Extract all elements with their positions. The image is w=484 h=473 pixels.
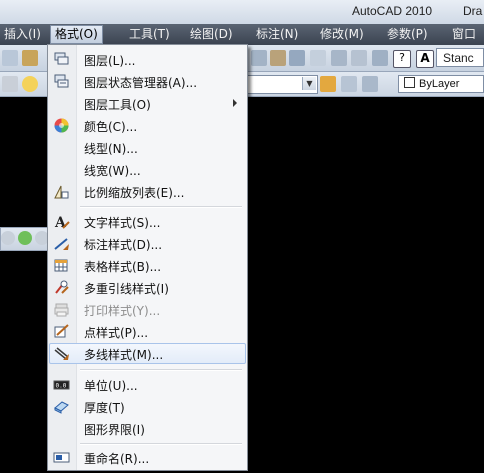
layer-icon[interactable] <box>362 76 378 92</box>
color-swatch <box>404 77 415 88</box>
toolbar-icon[interactable] <box>2 50 18 66</box>
multiline-style-icon <box>54 347 69 360</box>
orbit-icon[interactable] <box>1 231 15 245</box>
format-menu: 图层(L)... 图层状态管理器(A)... 图层工具(O) 颜色(C)... … <box>47 44 248 471</box>
layer-combo[interactable]: ▼ <box>246 75 318 94</box>
app-title: AutoCAD 2010 <box>352 4 433 18</box>
lightbulb-icon[interactable] <box>22 76 38 92</box>
menu-item-label: 点样式(P)... <box>84 326 149 340</box>
menu-bar: 插入(I) 格式(O) 工具(T) 绘图(D) 标注(N) 修改(M) 参数(P… <box>0 24 484 58</box>
menu-item-label: 多线样式(M)... <box>84 348 164 362</box>
toolbar-icon[interactable] <box>310 50 326 66</box>
layer-states-icon <box>54 74 69 88</box>
text-style-combo[interactable]: Stanc <box>436 48 484 67</box>
menu-item-label: 颜色(C)... <box>84 120 138 134</box>
menu-item-linetype[interactable]: 线型(N)... <box>49 137 246 158</box>
multileader-style-icon <box>55 280 69 294</box>
toolbar-icon[interactable] <box>270 50 286 66</box>
color-combo[interactable]: ByLayer <box>398 75 484 93</box>
menu-item-label: 打印样式(Y)... <box>84 304 161 318</box>
toolbar-icon[interactable] <box>351 50 367 66</box>
menu-item-label: 线型(N)... <box>84 142 138 156</box>
layer-icon[interactable] <box>341 76 357 92</box>
menu-item-label: 文字样式(S)... <box>84 216 161 230</box>
menu-item-label: 厚度(T) <box>84 401 125 415</box>
help-icon[interactable]: ? <box>393 50 411 68</box>
menu-item-label: 表格样式(B)... <box>84 260 162 274</box>
dim-style-icon <box>54 238 69 250</box>
menu-item-label: 标注样式(D)... <box>84 238 163 252</box>
thickness-icon <box>54 401 69 414</box>
menu-separator <box>80 369 242 371</box>
menu-item-thickness[interactable]: 厚度(T) <box>49 396 246 417</box>
text-style-icon: A <box>54 215 70 230</box>
document-title: Dra <box>463 4 483 18</box>
menu-item-point-style[interactable]: 点样式(P)... <box>49 321 246 342</box>
menu-item-label: 单位(U)... <box>84 379 138 393</box>
menu-parametric[interactable]: 参数(P) <box>383 26 432 43</box>
submenu-arrow-icon <box>233 99 237 107</box>
layers-icon <box>54 52 69 65</box>
menu-window[interactable]: 窗口( <box>448 26 484 58</box>
menu-item-label: 图形界限(I) <box>84 423 145 437</box>
menu-draw[interactable]: 绘图(D) <box>186 26 237 43</box>
scale-list-icon <box>54 185 69 199</box>
menu-insert[interactable]: 插入(I) <box>0 26 45 43</box>
menu-format[interactable]: 格式(O) <box>50 25 103 44</box>
menu-item-layer-tools[interactable]: 图层工具(O) <box>49 93 246 114</box>
toolbar-icon[interactable] <box>22 50 38 66</box>
menu-modify[interactable]: 修改(M) <box>316 26 368 43</box>
svg-text:A: A <box>54 215 67 230</box>
menu-tools[interactable]: 工具(T) <box>125 26 174 43</box>
toolbar-icon[interactable] <box>251 50 267 66</box>
menu-item-plot-style: 打印样式(Y)... <box>49 299 246 320</box>
add-icon[interactable] <box>18 231 32 245</box>
toolbar-icon[interactable] <box>372 50 388 66</box>
menu-item-layer-states[interactable]: 图层状态管理器(A)... <box>49 71 246 92</box>
menu-item-label: 多重引线样式(I) <box>84 282 169 296</box>
menu-item-units[interactable]: 0.0 单位(U)... <box>49 374 246 395</box>
menu-item-multileader-style[interactable]: 多重引线样式(I) <box>49 277 246 298</box>
menu-item-label: 比例缩放列表(E)... <box>84 186 185 200</box>
rename-icon <box>53 452 70 463</box>
menu-item-label: 图层(L)... <box>84 54 136 68</box>
svg-text:0.0: 0.0 <box>56 383 67 390</box>
menu-item-label: 重命名(R)... <box>84 452 150 466</box>
menu-separator <box>80 443 242 445</box>
layer-icon[interactable] <box>320 76 336 92</box>
table-style-icon <box>54 259 68 272</box>
title-bar: AutoCAD 2010 Dra <box>0 0 484 25</box>
menu-item-label: 图层工具(O) <box>84 98 151 112</box>
menu-dimension[interactable]: 标注(N) <box>252 26 302 43</box>
menu-item-multiline-style[interactable]: 多线样式(M)... <box>49 343 246 364</box>
menu-item-drawing-limits[interactable]: 图形界限(I) <box>49 418 246 439</box>
color-value: ByLayer <box>419 78 460 90</box>
menu-item-rename[interactable]: 重命名(R)... <box>49 447 246 468</box>
units-icon: 0.0 <box>53 380 70 390</box>
point-style-icon <box>54 324 69 338</box>
floating-toolbar <box>0 227 54 251</box>
color-wheel-icon <box>54 118 69 133</box>
menu-item-label: 图层状态管理器(A)... <box>84 76 198 90</box>
menu-item-table-style[interactable]: 表格样式(B)... <box>49 255 246 276</box>
toolbar-icon[interactable] <box>331 50 347 66</box>
toolbar-icon[interactable] <box>289 50 305 66</box>
menu-item-dim-style[interactable]: 标注样式(D)... <box>49 233 246 254</box>
menu-separator <box>80 206 242 208</box>
menu-item-scale-list[interactable]: 比例缩放列表(E)... <box>49 181 246 202</box>
menu-item-lineweight[interactable]: 线宽(W)... <box>49 159 246 180</box>
menu-item-label: 线宽(W)... <box>84 164 141 178</box>
menu-item-text-style[interactable]: A 文字样式(S)... <box>49 211 246 232</box>
toolbar-icon[interactable] <box>2 76 18 92</box>
menu-item-color[interactable]: 颜色(C)... <box>49 115 246 136</box>
menu-item-layers[interactable]: 图层(L)... <box>49 49 246 70</box>
plot-style-icon <box>54 303 69 317</box>
chevron-down-icon: ▼ <box>302 77 316 90</box>
text-style-toolbar-icon[interactable]: A <box>416 50 434 68</box>
